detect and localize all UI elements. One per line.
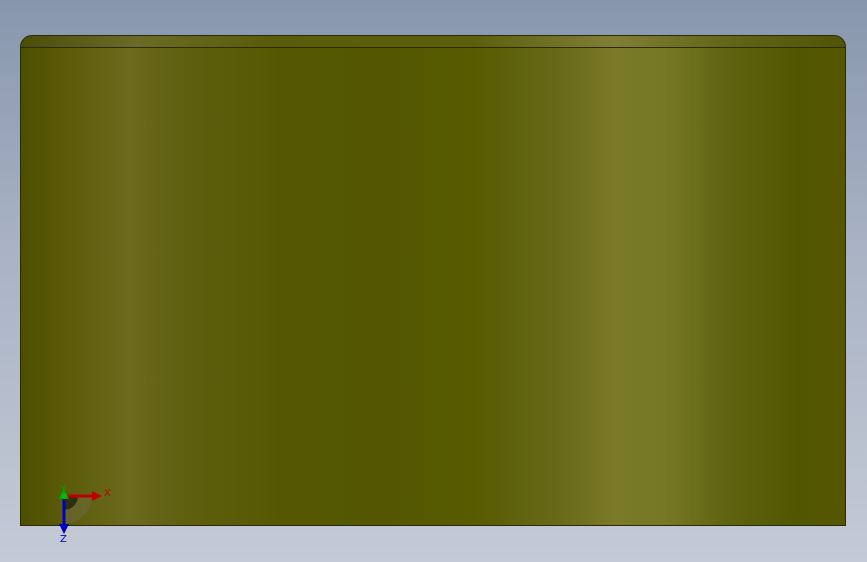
graphics-viewport[interactable]: X Z Y (0, 0, 867, 562)
part-body[interactable] (20, 35, 846, 526)
x-axis-label: X (104, 488, 111, 499)
part-top-chamfer (21, 36, 845, 47)
y-axis-label: Y (59, 484, 67, 495)
part-edge-line (21, 47, 845, 48)
z-axis-label: Z (60, 534, 67, 544)
reference-triad: X Z Y (59, 484, 111, 544)
